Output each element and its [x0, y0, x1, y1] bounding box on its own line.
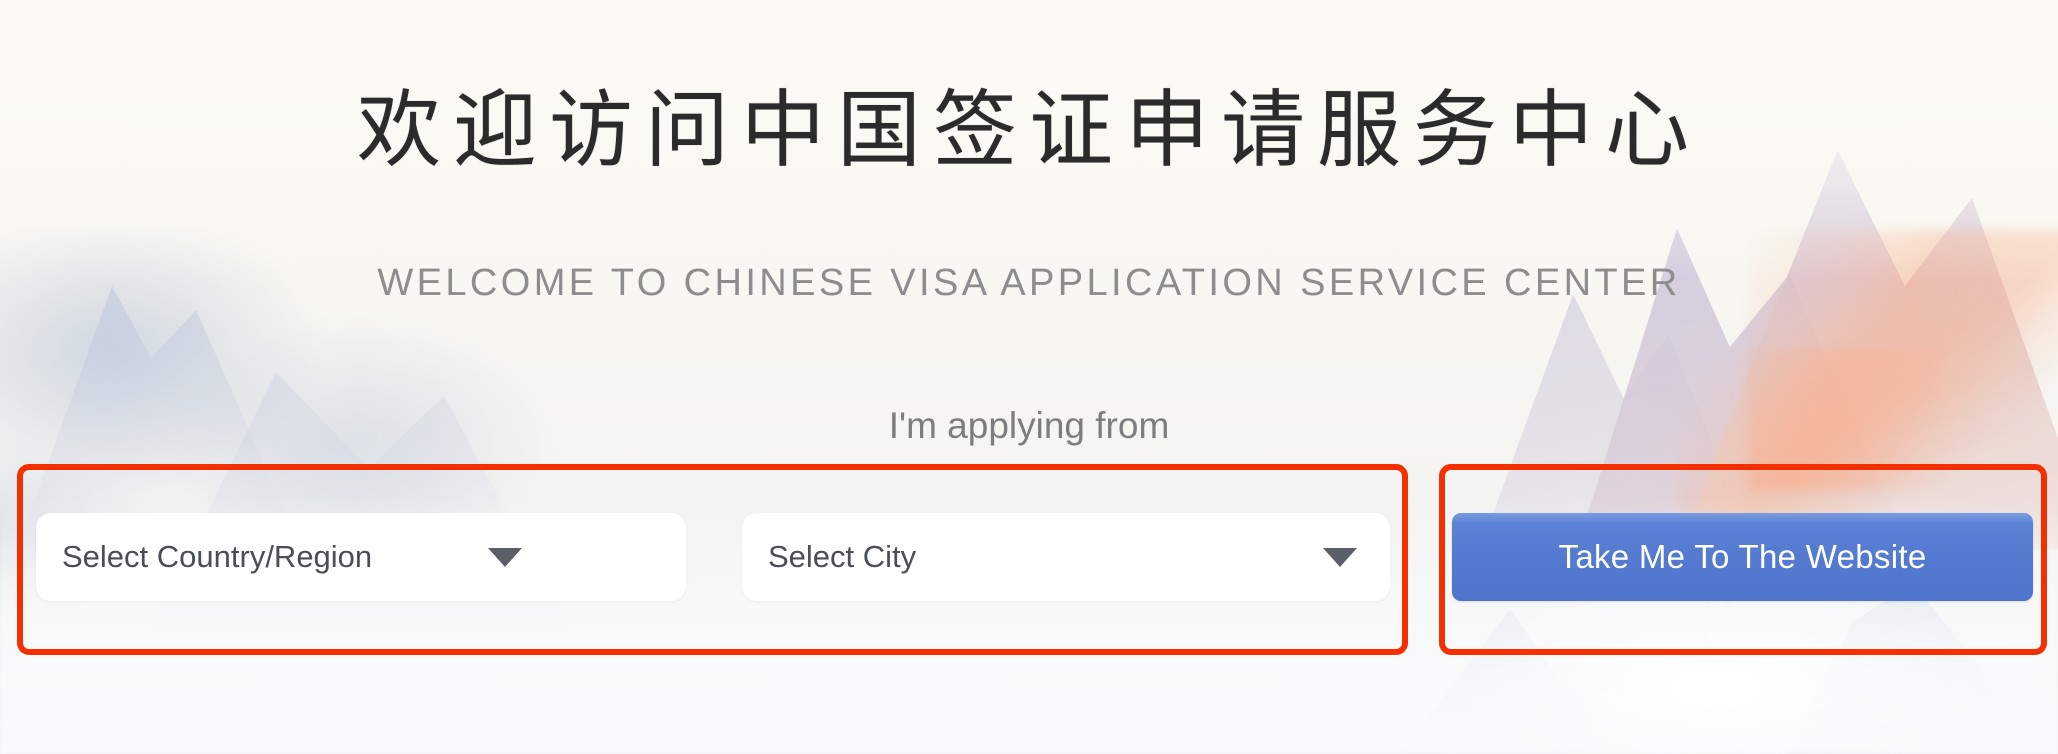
- city-select[interactable]: Select City: [742, 513, 1390, 601]
- country-region-select-value: Select Country/Region: [62, 539, 373, 574]
- take-me-to-the-website-button[interactable]: Take Me To The Website: [1452, 513, 2033, 601]
- chevron-down-icon[interactable]: [488, 547, 522, 567]
- city-select-value: Select City: [768, 539, 917, 574]
- country-region-select[interactable]: Select Country/Region: [36, 513, 686, 601]
- page-title-english: WELCOME TO CHINESE VISA APPLICATION SERV…: [377, 262, 1681, 304]
- visa-center-landing-page: 欢迎访问中国签证申请服务中心 WELCOME TO CHINESE VISA A…: [0, 0, 2058, 754]
- page-content: 欢迎访问中国签证申请服务中心 WELCOME TO CHINESE VISA A…: [0, 0, 2058, 754]
- page-title-chinese: 欢迎访问中国签证申请服务中心: [356, 81, 1701, 179]
- applying-from-label: I'm applying from: [888, 405, 1170, 446]
- chevron-down-icon[interactable]: [1323, 547, 1357, 567]
